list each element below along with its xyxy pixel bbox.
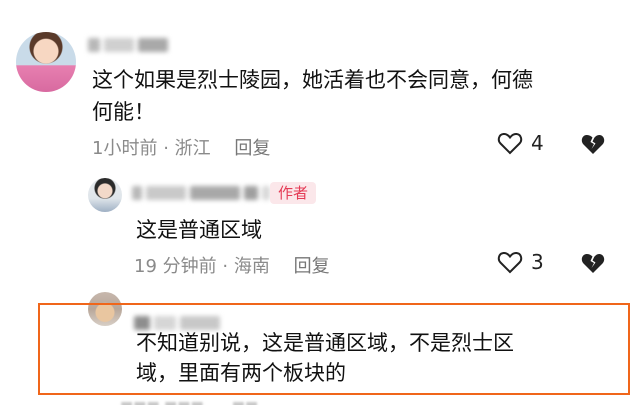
like-count: 3: [531, 250, 544, 274]
heart-outline-icon: [497, 132, 523, 155]
comment-text: 这个如果是烈士陵园，她活着也不会同意，何德 何能！: [92, 68, 533, 124]
comment-meta: 1小时前 · 浙江 回复: [92, 138, 271, 159]
dislike-button[interactable]: [580, 251, 606, 279]
broken-heart-icon: [581, 134, 605, 154]
avatar[interactable]: [16, 32, 76, 92]
like-count: 4: [531, 131, 544, 155]
next-comment-meta-faded: ■■■ ■■■ ■■: [120, 396, 258, 405]
comment-time: 19 分钟前: [134, 256, 217, 277]
username-blurred[interactable]: [132, 182, 274, 201]
comment-meta: 19 分钟前 · 海南 回复: [134, 256, 330, 277]
comment-thread: 这个如果是烈士陵园，她活着也不会同意，何德 何能！ 1小时前 · 浙江 回复 4…: [0, 0, 640, 405]
broken-heart-icon: [581, 253, 605, 273]
comment-location: 浙江: [174, 138, 211, 159]
heart-outline-icon: [497, 251, 523, 274]
comment-location: 海南: [233, 256, 270, 277]
like-button[interactable]: 4: [497, 131, 544, 155]
username-blurred[interactable]: [88, 34, 172, 53]
highlight-box: [38, 303, 630, 395]
dislike-button[interactable]: [580, 132, 606, 160]
author-badge: 作者: [270, 182, 317, 204]
comment-time: 1小时前: [92, 138, 158, 159]
comment-text: 这是普通区域: [136, 218, 262, 242]
reply-button[interactable]: 回复: [294, 256, 330, 277]
avatar[interactable]: [88, 178, 122, 212]
like-button[interactable]: 3: [497, 250, 544, 274]
reply-button[interactable]: 回复: [234, 138, 270, 159]
